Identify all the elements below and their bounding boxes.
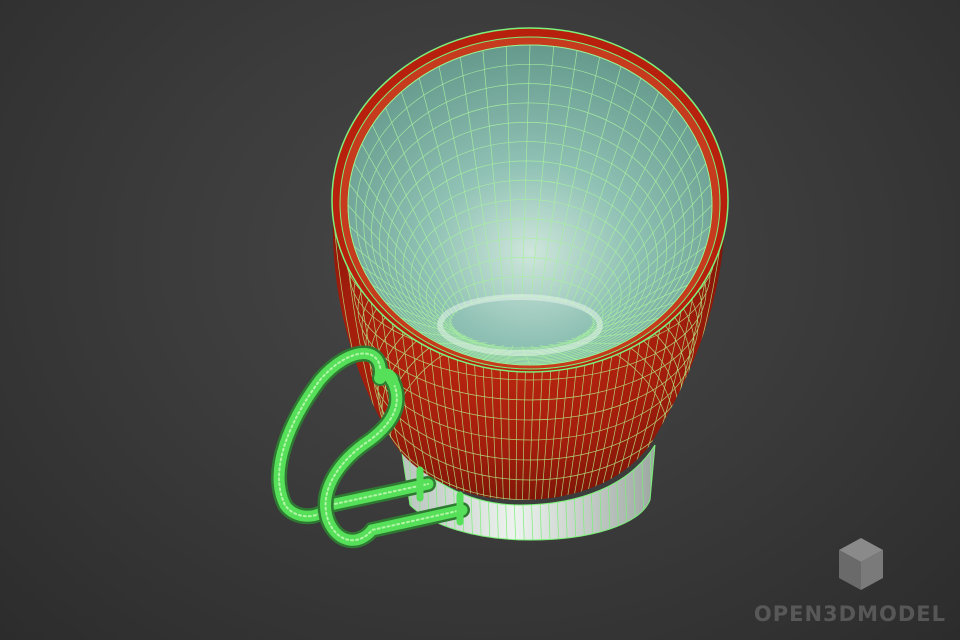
cup-model-render xyxy=(271,27,729,549)
3d-viewport[interactable]: OPEN3DMODEL xyxy=(0,0,960,640)
watermark-text: OPEN3DMODEL xyxy=(753,602,946,626)
cube-logo-icon xyxy=(839,538,883,590)
cup-interior xyxy=(347,44,713,366)
